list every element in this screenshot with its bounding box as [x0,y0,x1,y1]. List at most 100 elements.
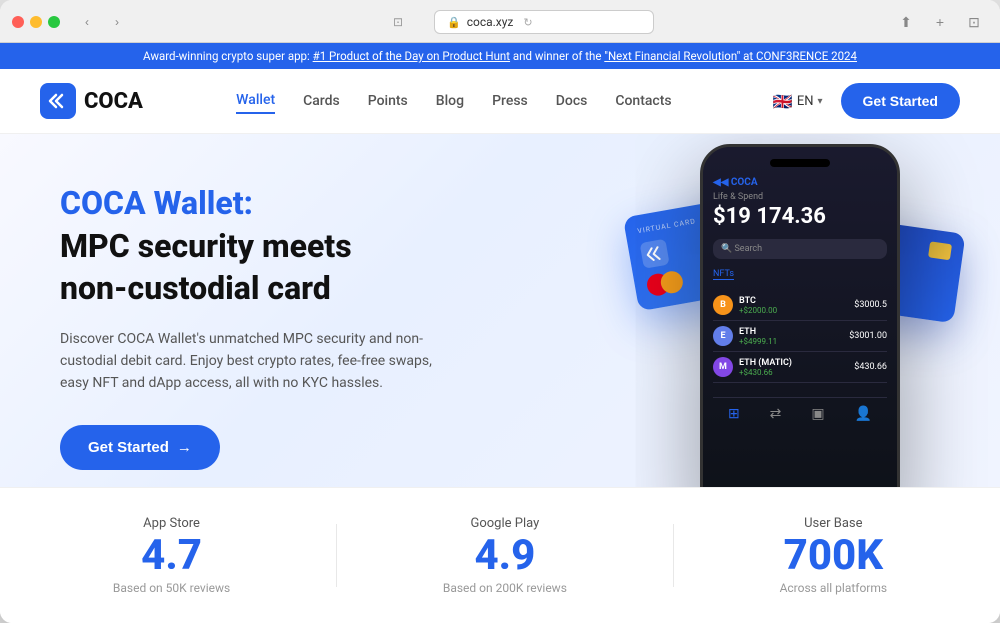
traffic-lights [12,16,60,28]
stat-divider-1 [336,524,337,587]
hero-content: COCA Wallet: MPC security meetsnon-custo… [0,134,500,487]
share-button[interactable]: ⬆ [892,12,920,32]
flag-icon: 🇬🇧 [773,92,793,111]
nav-contacts[interactable]: Contacts [615,89,671,113]
phone-notch [770,159,830,167]
browser-window: ‹ › ⊡ 🔒 coca.xyz ↻ ⬆ + ⊡ Award-winning c… [0,0,1000,623]
stats-section: App Store 4.7 Based on 50K reviews Googl… [0,487,1000,623]
logo[interactable]: COCA [40,83,143,119]
btc-info: BTC +$2000.00 [739,296,854,315]
stat-googleplay-value: 4.9 [443,535,567,577]
matic-name: ETH (MATIC) [739,358,854,368]
browser-actions: ⬆ + ⊡ [892,12,988,32]
matic-info: ETH (MATIC) +$430.66 [739,358,854,377]
nav-blog[interactable]: Blog [436,89,464,113]
btc-icon: B [713,295,733,315]
eth-change: +$4999.11 [739,337,849,346]
nav-links: Wallet Cards Points Blog Press Docs Cont… [236,88,671,114]
get-started-nav-button[interactable]: Get Started [841,83,960,119]
phone-nav-card[interactable]: ▣ [811,406,824,422]
lang-text: EN [797,94,814,109]
card-left-label: VIRTUAL CARD [637,217,697,235]
address-bar-container: ⊡ 🔒 coca.xyz ↻ [138,10,884,34]
stat-appstore-value: 4.7 [113,535,230,577]
crypto-row-btc: B BTC +$2000.00 $3000.5 [713,290,887,321]
new-tab-button[interactable]: + [926,12,954,32]
website: Award-winning crypto super app: #1 Produ… [0,43,1000,623]
stat-appstore-label: App Store [113,516,230,531]
address-bar[interactable]: 🔒 coca.xyz ↻ [434,10,654,34]
stat-appstore-sublabel: Based on 50K reviews [113,581,230,595]
phone-balance-label: Life & Spend [713,192,887,202]
hero-cta-button[interactable]: Get Started → [60,425,220,470]
phone-brand: ◀◀ COCA [713,177,887,188]
tab-icon: ⊡ [368,15,428,29]
nav-wallet[interactable]: Wallet [236,88,275,114]
matic-icon: M [713,357,733,377]
hero-visual: VIRTUAL CARD [580,134,980,487]
nav-points[interactable]: Points [368,89,408,113]
maximize-button[interactable] [48,16,60,28]
mastercard-icon [645,269,684,297]
phone-search-placeholder: Search [734,244,762,254]
announcement-text: Award-winning crypto super app: [143,49,313,63]
phone-tabs: NFTs [713,269,887,280]
reload-icon[interactable]: ↻ [523,16,532,29]
stat-googleplay-sublabel: Based on 200K reviews [443,581,567,595]
browser-controls: ‹ › [74,12,130,32]
nav-right: 🇬🇧 EN ▾ Get Started [765,83,960,119]
stat-userbase-label: User Base [780,516,888,531]
btc-amount: $3000.5 [854,300,887,310]
announcement-link2[interactable]: "Next Financial Revolution" at CONF3RENC… [604,49,857,63]
card-left-logo [639,238,669,268]
stat-divider-2 [673,524,674,587]
close-button[interactable] [12,16,24,28]
phone-bottom-nav: ⊞ ⇄ ▣ 👤 [713,397,887,422]
lock-icon: 🔒 [447,16,461,29]
phone-search: 🔍 Search [713,239,887,259]
stat-userbase-sublabel: Across all platforms [780,581,888,595]
browser-chrome: ‹ › ⊡ 🔒 coca.xyz ↻ ⬆ + ⊡ [0,0,1000,43]
phone-nav-swap[interactable]: ⇄ [770,406,782,422]
nav-cards[interactable]: Cards [303,89,340,113]
eth-info: ETH +$4999.11 [739,327,849,346]
navbar: COCA Wallet Cards Points Blog Press Docs… [0,69,1000,134]
stat-googleplay: Google Play 4.9 Based on 200K reviews [443,516,567,595]
matic-amount: $430.66 [854,362,887,372]
phone-nav-profile[interactable]: 👤 [855,406,872,422]
hero-title-blue: COCA Wallet: [60,184,460,222]
nav-docs[interactable]: Docs [556,89,588,113]
announcement-link1[interactable]: #1 Product of the Day on Product Hunt [313,49,510,63]
announcement-separator: and winner of the [513,49,604,63]
phone-tab-nfts[interactable]: NFTs [713,269,734,280]
hero-description: Discover COCA Wallet's unmatched MPC sec… [60,328,460,395]
stat-userbase: User Base 700K Across all platforms [780,516,888,595]
back-button[interactable]: ‹ [74,12,100,32]
btc-change: +$2000.00 [739,306,854,315]
matic-change: +$430.66 [739,368,854,377]
eth-icon: E [713,326,733,346]
forward-button[interactable]: › [104,12,130,32]
phone-screen: ◀◀ COCA Life & Spend $19 174.36 🔍 Search… [703,147,897,487]
sidebar-button[interactable]: ⊡ [960,12,988,32]
stat-appstore: App Store 4.7 Based on 50K reviews [113,516,230,595]
hero-section: COCA Wallet: MPC security meetsnon-custo… [0,134,1000,487]
crypto-row-eth: E ETH +$4999.11 $3001.00 [713,321,887,352]
nav-press[interactable]: Press [492,89,528,113]
stat-googleplay-label: Google Play [443,516,567,531]
phone-mockup: ◀◀ COCA Life & Spend $19 174.36 🔍 Search… [700,144,900,487]
url-text: coca.xyz [467,15,514,29]
crypto-row-matic: M ETH (MATIC) +$430.66 $430.66 [713,352,887,383]
phone-balance: $19 174.36 [713,204,887,229]
logo-icon [40,83,76,119]
btc-name: BTC [739,296,854,306]
eth-name: ETH [739,327,849,337]
phone-nav-home[interactable]: ⊞ [728,406,740,422]
chevron-down-icon: ▾ [817,96,822,107]
eth-amount: $3001.00 [849,331,887,341]
announcement-bar: Award-winning crypto super app: #1 Produ… [0,43,1000,69]
logo-text: COCA [84,89,143,114]
card-chip [928,241,952,260]
lang-selector[interactable]: 🇬🇧 EN ▾ [765,88,831,115]
minimize-button[interactable] [30,16,42,28]
